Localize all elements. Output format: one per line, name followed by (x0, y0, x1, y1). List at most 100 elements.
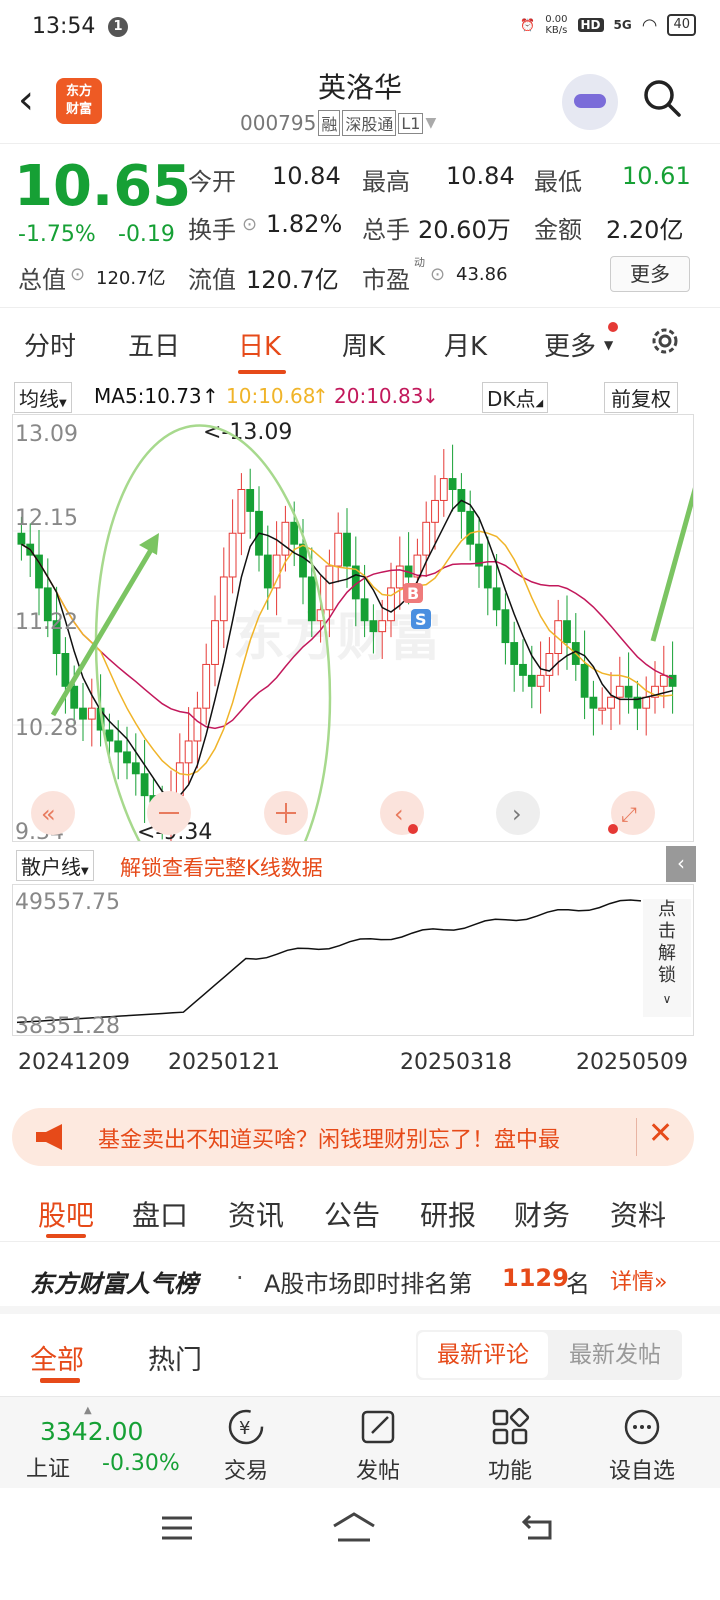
more-quote-button[interactable]: 更多 (610, 256, 690, 292)
gear-icon[interactable] (648, 324, 682, 358)
yen-icon: ¥ (228, 1409, 264, 1445)
bottom-toolbar: ▲ 3342.00 上证 -0.30% ¥ 交易 发帖 功能 设自选 (0, 1396, 720, 1488)
sort-toggle: 最新评论 最新发帖 (416, 1330, 682, 1380)
pe-label: 市盈 (362, 266, 410, 294)
stock-header: ‹ 东方 财富 英洛华 000795 融 深股通 L1 ▼ (0, 56, 720, 144)
turnover-label: 换手 (188, 216, 236, 244)
status-bar: 13:54 1 ⏰ 0.00 KB/s HD 5G ◠ 40 (0, 0, 720, 56)
tab-finance[interactable]: 财务 (514, 1194, 570, 1234)
promo-banner[interactable]: 基金卖出不知道买啥？闲钱理财别忘了！盘中最 ✕ (12, 1108, 694, 1166)
chevron-left-icon: ‹ (394, 800, 404, 828)
indicator-dropdown[interactable]: 散户线▼ (16, 850, 94, 881)
tab-daily-k[interactable]: 日K (238, 326, 281, 363)
annotation-arrow (650, 474, 702, 642)
tab-news[interactable]: 资讯 (228, 1194, 284, 1234)
tab-announcement[interactable]: 公告 (324, 1194, 380, 1234)
tab-monthly-k[interactable]: 月K (444, 326, 487, 363)
collapse-left-icon[interactable]: ‹ (666, 846, 696, 882)
tab-guba[interactable]: 股吧 (38, 1194, 94, 1234)
home-icon[interactable] (330, 1510, 378, 1544)
active-tab-indicator (238, 370, 286, 374)
ma20-value: 20:10.83 (334, 384, 424, 408)
arrow-down-icon: ↓ (422, 384, 439, 408)
info-icon[interactable]: ⊙ (70, 264, 85, 285)
total-cap-value: 120.7亿 (96, 268, 166, 289)
unlock-link[interactable]: 解锁查看完整K线数据 (120, 852, 323, 882)
tab-all[interactable]: 全部 (30, 1338, 84, 1377)
date-tick: 20250509 (576, 1050, 688, 1075)
high-label: 最高 (362, 168, 410, 196)
low-value: 10.61 (622, 162, 691, 190)
retail-line-chart[interactable]: 49557.75 38351.28 点击解锁 ∨ (12, 884, 694, 1039)
tab-more[interactable]: 更多 (544, 326, 596, 363)
sort-latest-post[interactable]: 最新发帖 (550, 1332, 680, 1378)
high-value: 10.84 (446, 162, 515, 190)
info-icon[interactable]: ⊙ (242, 214, 257, 235)
current-price: 10.65 (14, 154, 192, 219)
tab-five-day[interactable]: 五日 (128, 326, 180, 363)
period-tabs: 分时 五日 日K 周K 月K 更多 ▼ (0, 308, 720, 378)
side-unlock-button[interactable]: 点击解锁 ∨ (643, 899, 691, 1017)
tab-hot[interactable]: 热门 (148, 1338, 202, 1377)
search-icon[interactable] (642, 78, 682, 118)
divider (636, 1118, 637, 1156)
caret-up-icon: ▲ (84, 1405, 92, 1416)
change-amount: -0.19 (118, 222, 175, 247)
retail-line-svg: 49557.75 38351.28 (15, 890, 642, 1039)
post-filter-tabs: 全部 热门 最新评论 最新发帖 (0, 1322, 720, 1394)
net-speed: 0.00 KB/s (545, 14, 568, 36)
back-nav-icon[interactable] (520, 1512, 556, 1542)
info-icon[interactable]: ⊙ (430, 264, 445, 285)
date-axis: 20241209 20250121 20250318 20250509 (0, 1046, 720, 1080)
indicator-bottom-value: 38351.28 (15, 1014, 120, 1035)
tab-pankou[interactable]: 盘口 (132, 1194, 188, 1234)
battery-icon: 40 (667, 14, 696, 36)
chevron-down-icon: ▼ (604, 338, 614, 352)
active-tab-indicator (40, 1378, 80, 1383)
menu-icon[interactable] (160, 1514, 194, 1542)
function-label: 功能 (487, 1459, 532, 1484)
banner-text: 基金卖出不知道买啥？闲钱理财别忘了！盘中最 (98, 1128, 561, 1153)
stock-code-row[interactable]: 000795 融 深股通 L1 ▼ (240, 110, 436, 136)
date-tick: 20241209 (18, 1050, 130, 1075)
svg-text:¥: ¥ (239, 1418, 250, 1439)
adjust-button[interactable]: 前复权 (604, 382, 678, 413)
pe-dynamic-mark: 动 (414, 256, 425, 269)
chart-controls: « ‹ › ⤢ (31, 791, 655, 835)
dk-point-button[interactable]: DK点◢ (482, 382, 549, 413)
volume-value: 20.60万 (418, 216, 511, 244)
close-icon[interactable]: ✕ (648, 1116, 673, 1151)
function-button[interactable]: 功能 (460, 1397, 560, 1489)
stock-code: 000795 (240, 111, 317, 135)
kline-chart[interactable]: 东方财富 B S 13.09 12.15 11.22 10.28 9.34 <-… (12, 414, 702, 916)
trade-button[interactable]: ¥ 交易 (196, 1397, 296, 1489)
new-dot (608, 322, 618, 332)
arrow-up-icon: ↑ (312, 384, 329, 408)
tab-intraday[interactable]: 分时 (24, 326, 76, 363)
y-tick: 10.28 (15, 716, 78, 741)
tab-weekly-k[interactable]: 周K (342, 326, 385, 363)
post-label: 发帖 (355, 1459, 400, 1484)
edit-icon (361, 1410, 395, 1444)
rank-detail-link[interactable]: 详情» (610, 1264, 667, 1296)
tab-profile[interactable]: 资料 (610, 1194, 666, 1234)
post-button[interactable]: 发帖 (328, 1397, 428, 1489)
open-value: 10.84 (272, 162, 341, 190)
assistant-avatar[interactable] (562, 74, 618, 130)
sort-latest-comment[interactable]: 最新评论 (418, 1332, 548, 1378)
megaphone-icon (36, 1124, 62, 1150)
add-watchlist-button[interactable]: 设自选 (592, 1397, 692, 1489)
chevron-right-icon: › (512, 800, 522, 828)
change-percent: -1.75% (18, 222, 96, 247)
tab-research[interactable]: 研报 (420, 1194, 476, 1234)
content-tabs: 股吧 盘口 资讯 公告 研报 财务 资料 (0, 1178, 720, 1242)
status-time: 13:54 (32, 14, 96, 39)
ma-dropdown[interactable]: 均线▼ (14, 382, 72, 413)
grid-icon (492, 1407, 530, 1445)
index-ticker[interactable]: ▲ 3342.00 上证 -0.30% (20, 1405, 190, 1485)
popularity-rank[interactable]: 东方财富人气榜 · A股市场即时排名第 1129 名 详情» (0, 1244, 720, 1314)
y-tick: 11.22 (15, 610, 78, 635)
ma10-value: 10:10.68 (226, 384, 316, 408)
double-left-icon: « (41, 800, 56, 828)
indicator-bar: 散户线▼ 解锁查看完整K线数据 ‹ (12, 846, 712, 882)
